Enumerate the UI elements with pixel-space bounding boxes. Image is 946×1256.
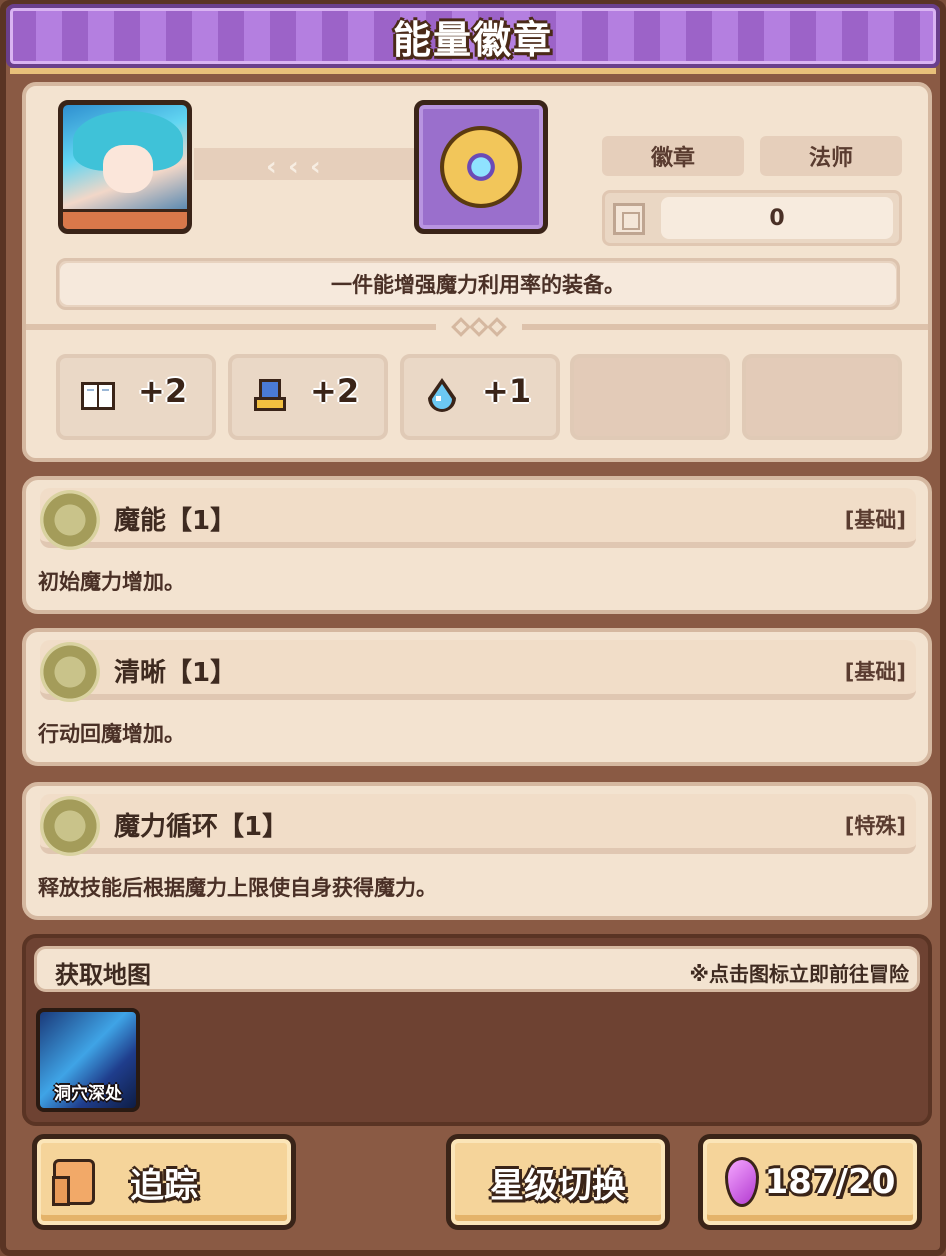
skill-card: 魔力循环【1】 [特殊] 释放技能后根据魔力上限使自身获得魔力。 (22, 782, 932, 920)
track-button-label: 追踪 (130, 1165, 198, 1206)
chevron-left-icon: ‹ (288, 152, 299, 182)
title-banner: 能量徽章 (6, 4, 940, 74)
portrait-face (103, 145, 153, 193)
skill-card: 魔能【1】 [基础] 初始魔力增加。 (22, 476, 932, 614)
mana-drop-icon (422, 376, 462, 416)
acquire-map-section: 获取地图 ※点击图标立即前往冒险 洞穴深处 (22, 934, 932, 1126)
skill-name: 魔力循环【1】 (114, 812, 289, 842)
stat-slot: +2 (228, 354, 388, 440)
stat-value: +1 (482, 372, 532, 410)
item-info-panel: ‹ ‹ ‹ 徽章 法师 0 一件能增强魔力利用率的装备。 +2 +2 +1 (22, 82, 932, 462)
title-gold-trim (10, 68, 936, 74)
stat-slot-empty (742, 354, 902, 440)
class-tag: 法师 (760, 136, 902, 176)
description-box: 一件能增强魔力利用率的装备。 (56, 258, 900, 310)
badge-item-icon[interactable] (414, 100, 548, 234)
skill-description: 初始魔力增加。 (38, 570, 185, 594)
book-icon (78, 376, 118, 416)
grid-icon (613, 203, 645, 235)
skill-header: 魔力循环【1】 [特殊] (40, 794, 916, 856)
track-button[interactable]: 追踪 (32, 1134, 296, 1230)
thumbs-up-icon (52, 1159, 95, 1206)
skill-coin-icon (40, 642, 100, 702)
map-section-title: 获取地图 (55, 961, 151, 989)
skill-name: 清晰【1】 (114, 658, 237, 688)
skill-name: 魔能【1】 (114, 506, 237, 536)
skill-description: 释放技能后根据魔力上限使自身获得魔力。 (38, 876, 437, 900)
portrait-base (63, 209, 187, 229)
item-description: 一件能增强魔力利用率的装备。 (60, 263, 896, 305)
skill-coin-icon (40, 490, 100, 550)
skill-type: [基础] (844, 508, 906, 532)
skill-header: 清晰【1】 [基础] (40, 640, 916, 702)
skill-type: [特殊] (844, 814, 906, 838)
skill-type: [基础] (844, 660, 906, 684)
stat-slot-empty (570, 354, 730, 440)
star-switch-button[interactable]: 星级切换 (446, 1134, 670, 1230)
map-location-label: 洞穴深处 (54, 1084, 122, 1104)
divider-ornament (436, 316, 522, 338)
chevron-left-icon: ‹ (310, 152, 321, 182)
skill-coin-icon (40, 796, 100, 856)
skill-card: 清晰【1】 [基础] 行动回魔增加。 (22, 628, 932, 766)
stat-value: +2 (138, 372, 188, 410)
stat-value: +2 (310, 372, 360, 410)
hero-portrait[interactable] (58, 100, 192, 234)
upgrade-cost-button[interactable]: 187/20 (698, 1134, 922, 1230)
medal-icon (440, 126, 522, 208)
page-title: 能量徽章 (392, 17, 553, 62)
gem-cost-label: 187/20 (764, 1162, 896, 1202)
map-header: 获取地图 ※点击图标立即前往冒险 (34, 946, 920, 992)
type-tag: 徽章 (602, 136, 744, 176)
map-location-cave[interactable]: 洞穴深处 (36, 1008, 140, 1112)
chevron-left-icon: ‹ (266, 152, 277, 182)
stat-slot: +1 (400, 354, 560, 440)
count-box: 0 (602, 190, 902, 246)
count-value: 0 (661, 197, 893, 239)
star-switch-label: 星级切换 (490, 1165, 626, 1206)
skill-description: 行动回魔增加。 (38, 722, 185, 746)
map-hint: ※点击图标立即前往冒险 (689, 962, 909, 986)
gem-icon (724, 1157, 759, 1207)
skill-header: 魔能【1】 [基础] (40, 488, 916, 550)
boot-icon (250, 376, 290, 416)
equip-connector: ‹ ‹ ‹ (194, 148, 416, 182)
stat-slot: +2 (56, 354, 216, 440)
